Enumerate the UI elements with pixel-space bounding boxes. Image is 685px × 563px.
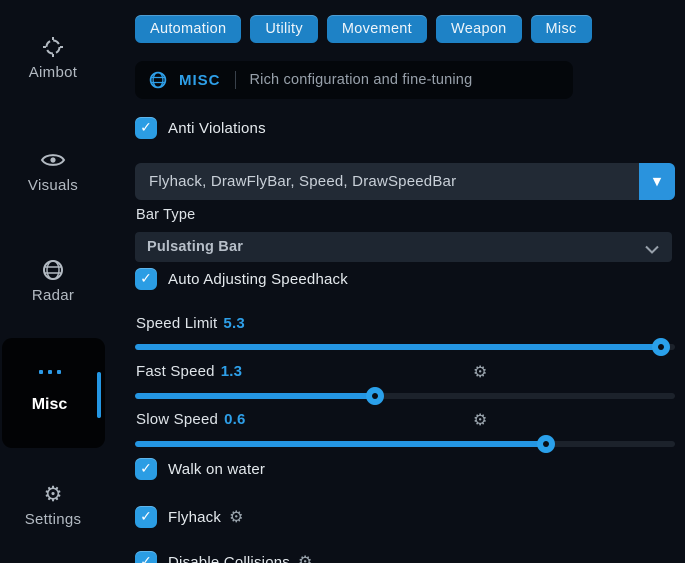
slider-fill <box>135 344 661 350</box>
walk-on-water-label: Walk on water <box>168 461 265 478</box>
globe-icon <box>0 257 106 283</box>
gear-icon: ⚙ <box>0 481 106 507</box>
sidebar-item-label: Settings <box>0 511 106 528</box>
category-tabs: Automation Utility Movement Weapon Misc <box>135 15 592 43</box>
bar-flags-select[interactable]: Flyhack, DrawFlyBar, Speed, DrawSpeedBar… <box>135 163 675 200</box>
bar-type-value: Pulsating Bar <box>147 239 243 255</box>
fast-speed-gear-icon[interactable]: ⚙ <box>473 362 487 382</box>
slider-handle[interactable] <box>537 435 555 453</box>
divider <box>235 71 236 89</box>
disable-collisions-label: Disable Collisions <box>168 554 290 563</box>
speed-limit-slider[interactable] <box>135 344 675 350</box>
sidebar-item-label: Visuals <box>0 177 106 194</box>
walk-on-water-checkbox[interactable]: ✓ <box>135 458 157 480</box>
tab-misc[interactable]: Misc <box>531 15 592 43</box>
check-icon: ✓ <box>140 121 152 135</box>
slow-speed-label: Slow Speed0.6 <box>136 411 246 428</box>
bar-flags-dropdown-button[interactable]: ▼ <box>639 163 675 200</box>
anti-violations-checkbox[interactable]: ✓ <box>135 117 157 139</box>
auto-adjusting-speedhack-checkbox[interactable]: ✓ <box>135 268 157 290</box>
disable-collisions-row: ✓ Disable Collisions ⚙ <box>135 551 312 563</box>
active-indicator-bar <box>97 372 101 418</box>
sidebar-item-settings[interactable]: ⚙ Settings <box>0 481 106 528</box>
fast-speed-value: 1.3 <box>221 363 242 380</box>
tab-weapon[interactable]: Weapon <box>436 15 522 43</box>
sidebar-item-label: Radar <box>0 287 106 304</box>
flyhack-label: Flyhack <box>168 509 221 526</box>
bar-flags-value: Flyhack, DrawFlyBar, Speed, DrawSpeedBar <box>149 173 456 190</box>
bar-type-label: Bar Type <box>136 207 195 223</box>
slider-fill <box>135 441 546 447</box>
main-panel: Automation Utility Movement Weapon Misc … <box>135 0 675 563</box>
slow-speed-gear-icon[interactable]: ⚙ <box>473 410 487 430</box>
sidebar: Aimbot Visuals Radar Misc <box>0 0 130 563</box>
speed-limit-label: Speed Limit5.3 <box>136 315 245 332</box>
sidebar-item-radar[interactable]: Radar <box>0 257 106 304</box>
globe-icon <box>149 71 167 89</box>
bar-type-select[interactable]: Pulsating Bar <box>135 232 672 262</box>
auto-adjusting-speedhack-row: ✓ Auto Adjusting Speedhack <box>135 268 348 290</box>
check-icon: ✓ <box>140 555 152 563</box>
tab-movement[interactable]: Movement <box>327 15 427 43</box>
fast-speed-label: Fast Speed1.3 <box>136 363 242 380</box>
crosshair-icon <box>0 34 106 60</box>
anti-violations-row: ✓ Anti Violations <box>135 117 266 139</box>
section-subtitle: Rich configuration and fine-tuning <box>250 72 473 88</box>
check-icon: ✓ <box>140 462 152 476</box>
flyhack-gear-icon[interactable]: ⚙ <box>229 507 243 527</box>
fast-speed-slider[interactable] <box>135 393 675 399</box>
sidebar-item-misc-active[interactable]: Misc <box>2 338 105 448</box>
sidebar-item-visuals[interactable]: Visuals <box>0 147 106 194</box>
slow-speed-slider[interactable] <box>135 441 675 447</box>
slider-handle[interactable] <box>366 387 384 405</box>
section-header: MISC Rich configuration and fine-tuning <box>135 61 573 99</box>
slider-handle[interactable] <box>652 338 670 356</box>
eye-icon <box>0 147 106 173</box>
ellipsis-icon <box>2 370 97 374</box>
tab-utility[interactable]: Utility <box>250 15 318 43</box>
triangle-down-icon: ▼ <box>653 175 661 188</box>
check-icon: ✓ <box>140 272 152 286</box>
disable-collisions-checkbox[interactable]: ✓ <box>135 551 157 563</box>
tab-automation[interactable]: Automation <box>135 15 241 43</box>
sidebar-item-aimbot[interactable]: Aimbot <box>0 34 106 81</box>
section-title: MISC <box>179 72 221 89</box>
walk-on-water-row: ✓ Walk on water <box>135 458 265 480</box>
sidebar-item-label: Misc <box>2 396 97 414</box>
slider-fill <box>135 393 375 399</box>
speed-limit-value: 5.3 <box>223 315 244 332</box>
anti-violations-label: Anti Violations <box>168 120 266 137</box>
slow-speed-value: 0.6 <box>224 411 245 428</box>
auto-adjusting-speedhack-label: Auto Adjusting Speedhack <box>168 271 348 288</box>
sidebar-item-label: Aimbot <box>0 64 106 81</box>
flyhack-checkbox[interactable]: ✓ <box>135 506 157 528</box>
disable-collisions-gear-icon[interactable]: ⚙ <box>298 552 312 563</box>
chevron-down-icon <box>645 241 659 259</box>
cheat-menu-window: Aimbot Visuals Radar Misc <box>0 0 685 563</box>
flyhack-row: ✓ Flyhack ⚙ <box>135 506 243 528</box>
check-icon: ✓ <box>140 510 152 524</box>
